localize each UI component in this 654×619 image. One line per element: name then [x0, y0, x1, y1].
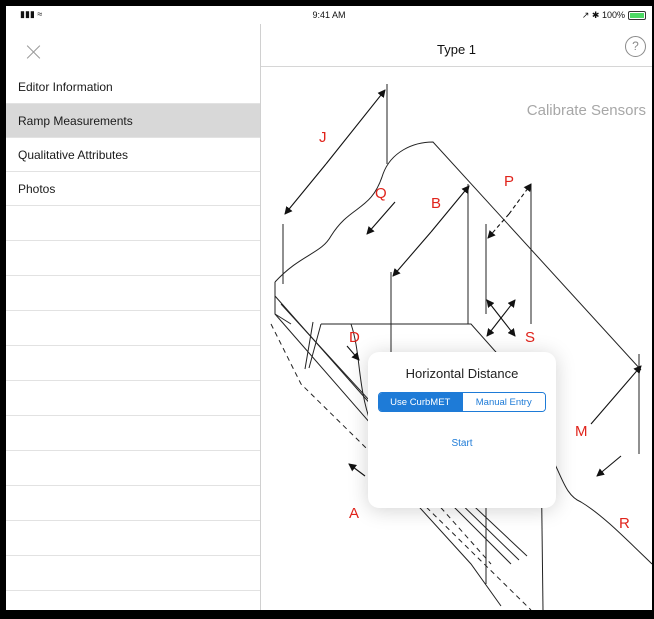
manual-entry-segment[interactable]: Manual Entry [461, 393, 545, 411]
sidebar: Editor Information Ramp Measurements Qua… [6, 24, 261, 610]
calibrate-sensors-button[interactable]: Calibrate Sensors [527, 102, 646, 119]
sidebar-item-ramp-measurements[interactable]: Ramp Measurements [6, 104, 260, 138]
empty-row [6, 346, 260, 381]
empty-row [6, 276, 260, 311]
entry-mode-segmented-control: Use CurbMET Manual Entry [378, 392, 546, 412]
app-screen: ▮▮▮ ≈ 9:41 AM ↗ ✱ 100% Editor Informatio… [6, 6, 652, 610]
sidebar-item-qualitative-attributes[interactable]: Qualitative Attributes [6, 138, 260, 172]
horizontal-distance-dialog: Horizontal Distance Use CurbMET Manual E… [368, 352, 556, 508]
diagram-label-q: Q [375, 185, 387, 202]
diagram-label-j: J [319, 129, 327, 146]
diagram-label-p: P [504, 173, 514, 190]
empty-row [6, 521, 260, 556]
start-button[interactable]: Start [368, 438, 556, 449]
sidebar-item-photos[interactable]: Photos [6, 172, 260, 206]
status-bar: ▮▮▮ ≈ 9:41 AM ↗ ✱ 100% [6, 6, 652, 24]
main-content: J Q B P D S M A R Type 1 ? Calibrate Sen… [261, 24, 652, 610]
close-icon[interactable] [24, 42, 44, 62]
page-title: Type 1 [436, 42, 477, 57]
status-time: 9:41 AM [312, 10, 346, 20]
sidebar-item-label: Qualitative Attributes [18, 147, 129, 162]
battery-icon [628, 11, 646, 20]
diagram-label-b: B [431, 195, 441, 212]
sidebar-item-editor-information[interactable]: Editor Information [6, 70, 260, 104]
empty-row [6, 556, 260, 591]
empty-row [6, 311, 260, 346]
status-right: ↗ ✱ 100% [582, 10, 646, 21]
diagram-label-m: M [575, 423, 588, 440]
sidebar-menu: Editor Information Ramp Measurements Qua… [6, 70, 260, 610]
use-curbmet-segment[interactable]: Use CurbMET [379, 393, 462, 411]
empty-row [6, 451, 260, 486]
diagram-label-r: R [619, 515, 630, 532]
empty-row [6, 486, 260, 521]
empty-row [6, 206, 260, 241]
diagram-label-a: A [349, 505, 359, 522]
help-icon[interactable]: ? [625, 36, 646, 57]
dialog-title: Horizontal Distance [405, 366, 519, 381]
sidebar-item-label: Editor Information [18, 79, 113, 94]
sidebar-item-label: Ramp Measurements [18, 113, 133, 128]
diagram-label-d: D [349, 329, 360, 346]
empty-row [6, 241, 260, 276]
empty-row [6, 416, 260, 451]
empty-row [6, 591, 260, 610]
sidebar-item-label: Photos [18, 181, 56, 196]
diagram-label-s: S [525, 329, 535, 346]
nav-divider [261, 66, 652, 67]
battery-text: ↗ ✱ 100% [581, 10, 625, 20]
empty-row [6, 381, 260, 416]
